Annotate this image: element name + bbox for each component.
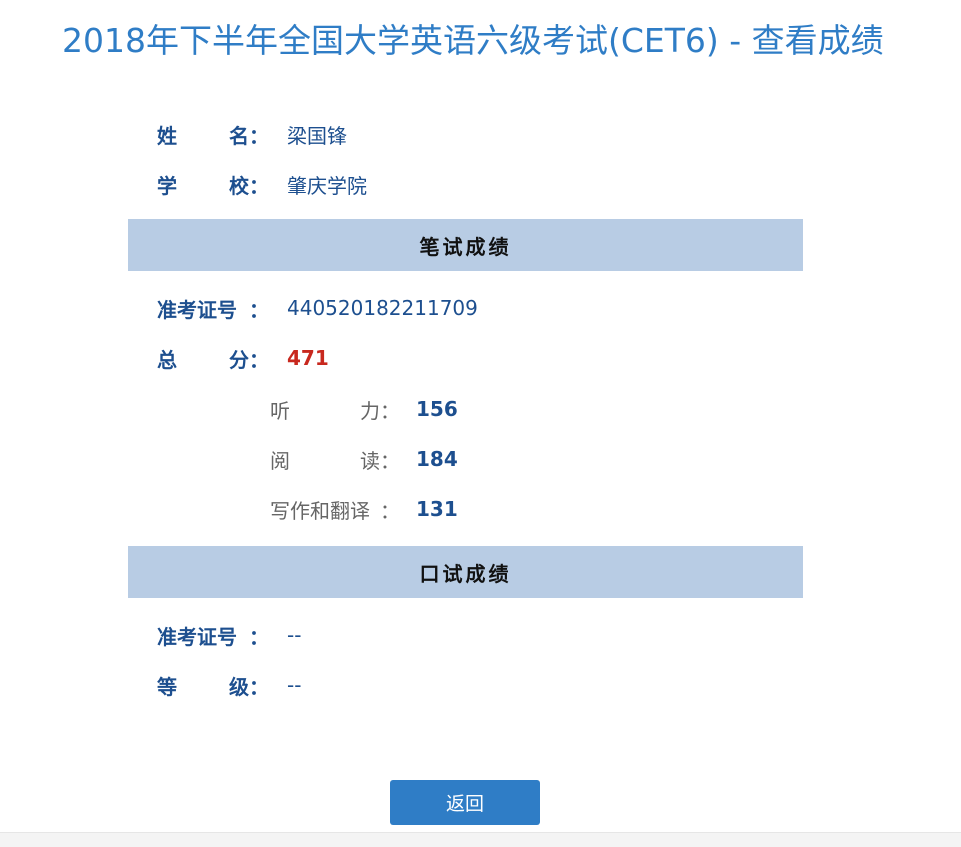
oral-grade-row: 等级 ： -- — [157, 670, 301, 700]
bottom-strip — [0, 832, 961, 847]
oral-grade-label: 等级 — [157, 674, 249, 699]
reading-row: 阅读 ： 184 — [270, 444, 458, 474]
reading-colon: ： — [380, 448, 400, 473]
reading-value: 184 — [416, 447, 458, 471]
name-row: 姓名 ： 梁国锋 — [157, 119, 347, 149]
name-value: 梁国锋 — [287, 123, 347, 148]
oral-ticket-value: -- — [287, 623, 302, 647]
score-page: 2018年下半年全国大学英语六级考试(CET6) - 查看成绩 姓名 ： 梁国锋… — [0, 0, 961, 847]
oral-ticket-label: 准考证号 — [157, 624, 237, 649]
school-label: 学校 — [157, 173, 249, 198]
writing-value: 131 — [416, 497, 458, 521]
total-score-colon: ： — [249, 347, 269, 372]
name-colon: ： — [249, 123, 269, 148]
written-ticket-label: 准考证号 — [157, 297, 237, 322]
written-section-header: 笔试成绩 — [128, 219, 803, 271]
total-score-label: 总分 — [157, 347, 249, 372]
written-ticket-colon: ： — [249, 297, 269, 322]
page-title: 2018年下半年全国大学英语六级考试(CET6) - 查看成绩 — [62, 21, 884, 60]
listening-value: 156 — [416, 397, 458, 421]
school-colon: ： — [249, 173, 269, 198]
school-row: 学校 ： 肇庆学院 — [157, 169, 367, 199]
writing-row: 写作和翻译 ： 131 — [270, 494, 458, 524]
listening-label: 听力 — [270, 398, 380, 423]
name-label: 姓名 — [157, 123, 249, 148]
oral-grade-colon: ： — [249, 674, 269, 699]
writing-colon: ： — [380, 498, 400, 523]
school-value: 肇庆学院 — [287, 173, 367, 198]
listening-colon: ： — [380, 398, 400, 423]
reading-label: 阅读 — [270, 448, 380, 473]
oral-grade-value: -- — [287, 673, 302, 697]
written-ticket-value: 440520182211709 — [287, 296, 478, 320]
listening-row: 听力 ： 156 — [270, 394, 458, 424]
oral-section-header: 口试成绩 — [128, 546, 803, 598]
back-button[interactable]: 返回 — [390, 780, 540, 825]
writing-label: 写作和翻译 — [270, 498, 370, 523]
written-ticket-row: 准考证号 ： 440520182211709 — [157, 293, 478, 323]
oral-ticket-colon: ： — [249, 624, 269, 649]
total-score-row: 总分 ： 471 — [157, 343, 329, 373]
total-score-value: 471 — [287, 346, 329, 370]
oral-ticket-row: 准考证号 ： -- — [157, 620, 301, 650]
